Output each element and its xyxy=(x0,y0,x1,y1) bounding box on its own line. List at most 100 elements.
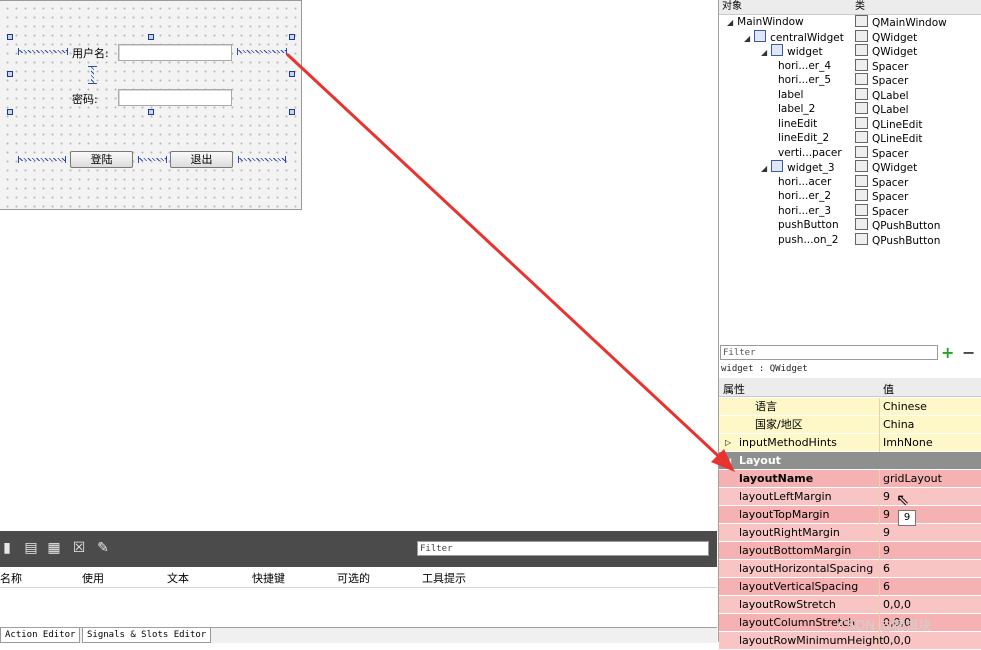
property-row[interactable]: layoutLeftMargin 9 xyxy=(719,488,981,506)
object-class: QLabel xyxy=(872,104,909,116)
object-tree-row[interactable]: pushButton QPushButton xyxy=(719,218,981,233)
object-tree-row[interactable]: ◢ widget QWidget xyxy=(719,44,981,59)
column-header-shortcut[interactable]: 快捷键 xyxy=(252,570,285,586)
horizontal-spacer[interactable] xyxy=(237,48,287,55)
object-class: QWidget xyxy=(872,162,918,174)
object-class: Spacer xyxy=(872,60,909,73)
object-class: QLabel xyxy=(872,89,909,102)
property-row[interactable]: 语言 Chinese xyxy=(719,398,981,416)
selection-handle[interactable] xyxy=(7,109,13,115)
property-filter-input[interactable]: Filter xyxy=(720,345,938,360)
action-filter-input[interactable]: Filter xyxy=(417,541,709,556)
horizontal-spacer[interactable] xyxy=(18,156,66,163)
property-value[interactable]: Chinese xyxy=(883,398,927,415)
selection-handle[interactable] xyxy=(289,71,295,77)
configure-icon[interactable]: ✎ xyxy=(96,541,110,556)
login-button[interactable]: 登陆 xyxy=(70,151,133,168)
property-row[interactable]: layoutRightMargin 9 xyxy=(719,524,981,542)
selection-handle[interactable] xyxy=(7,71,13,77)
object-tree-row[interactable]: push...on_2 QPushButton xyxy=(719,232,981,248)
property-row[interactable]: 国家/地区 China xyxy=(719,416,981,434)
object-tree-row[interactable]: verti...pacer Spacer xyxy=(719,145,981,161)
property-row[interactable]: layoutBottomMargin 9 xyxy=(719,542,981,560)
property-name: layoutHorizontalSpacing xyxy=(739,562,874,575)
class-type-icon xyxy=(855,58,868,71)
selection-handle[interactable] xyxy=(289,34,295,40)
username-label: 用户名: xyxy=(72,47,109,60)
password-input[interactable] xyxy=(118,89,232,106)
horizontal-spacer[interactable] xyxy=(138,156,167,163)
object-tree-row[interactable]: lineEdit_2 QLineEdit xyxy=(719,131,981,146)
object-tree-row[interactable]: lineEdit QLineEdit xyxy=(719,116,981,132)
property-value[interactable]: China xyxy=(883,416,914,433)
column-header-used[interactable]: 使用 xyxy=(82,570,104,586)
property-value[interactable]: ImhNone xyxy=(883,434,933,451)
delete-action-icon[interactable]: ☒ xyxy=(72,541,86,556)
property-row[interactable]: layoutRowMinimumHeight 0,0,0 xyxy=(719,632,981,650)
tab-signals-slots-editor[interactable]: Signals & Slots Editor xyxy=(82,628,212,643)
exit-button[interactable]: 退出 xyxy=(170,151,233,168)
object-tree-row[interactable]: hori...acer Spacer xyxy=(719,174,981,190)
object-tree-row[interactable]: hori...er_3 Spacer xyxy=(719,203,981,219)
object-tree-row[interactable]: ◢ widget_3 QWidget xyxy=(719,160,981,175)
property-row[interactable]: ▷ inputMethodHints ImhNone xyxy=(719,434,981,452)
selection-handle[interactable] xyxy=(289,109,295,115)
property-value[interactable]: 9 xyxy=(883,488,890,505)
expand-toggle-icon[interactable]: ▷ xyxy=(725,434,731,451)
value-column-header[interactable]: 值 xyxy=(883,381,894,397)
property-value[interactable]: 0,0,0 xyxy=(883,632,911,649)
property-row[interactable]: layoutTopMargin 9 xyxy=(719,506,981,524)
object-tree-row[interactable]: label_2 QLabel xyxy=(719,102,981,117)
horizontal-spacer[interactable] xyxy=(238,156,286,163)
object-tree-row[interactable]: hori...er_5 Spacer xyxy=(719,73,981,88)
column-header-checkable[interactable]: 可选的 xyxy=(337,570,370,586)
property-row[interactable]: layoutVerticalSpacing 6 xyxy=(719,578,981,596)
horizontal-spacer[interactable] xyxy=(18,48,68,55)
column-header-tooltip[interactable]: 工具提示 xyxy=(422,570,466,586)
object-class: Spacer xyxy=(872,75,909,87)
class-type-icon xyxy=(855,73,868,85)
object-tree-row[interactable]: label QLabel xyxy=(719,87,981,103)
form-canvas[interactable]: 用户名: 密码: 登陆 退出 xyxy=(0,0,302,210)
property-value[interactable]: gridLayout xyxy=(883,470,942,487)
property-value[interactable]: 9 xyxy=(883,506,890,523)
property-value[interactable]: 9 xyxy=(883,524,890,541)
selection-handle[interactable] xyxy=(148,34,154,40)
column-divider xyxy=(879,416,880,434)
tab-action-editor[interactable]: Action Editor xyxy=(0,628,81,643)
class-type-icon xyxy=(855,44,868,56)
object-tree-row[interactable]: hori...er_2 Spacer xyxy=(719,189,981,204)
class-column-header[interactable]: 类 xyxy=(855,0,865,13)
property-column-header[interactable]: 属性 xyxy=(723,381,745,397)
selection-handle[interactable] xyxy=(7,34,13,40)
add-property-icon[interactable]: + xyxy=(941,344,954,362)
remove-property-icon[interactable]: − xyxy=(962,344,975,362)
property-value[interactable]: 6 xyxy=(883,560,890,577)
expand-toggle-icon[interactable]: ◢ xyxy=(725,452,731,469)
object-tree-row[interactable]: ◢ MainWindow QMainWindow xyxy=(719,15,981,30)
property-value[interactable]: 6 xyxy=(883,578,890,595)
column-header-text[interactable]: 文本 xyxy=(167,570,189,586)
selection-handle[interactable] xyxy=(148,109,154,115)
property-group-row[interactable]: ◢ Layout xyxy=(719,452,981,470)
paste-action-icon[interactable]: ▦ xyxy=(47,541,61,556)
property-value[interactable]: 9 xyxy=(883,542,890,559)
expand-toggle-icon[interactable]: ◢ xyxy=(727,16,733,30)
new-action-icon[interactable]: ▮ xyxy=(0,541,14,556)
object-tree-row[interactable]: hori...er_4 Spacer xyxy=(719,58,981,74)
column-divider xyxy=(879,542,880,560)
property-row[interactable]: layoutHorizontalSpacing 6 xyxy=(719,560,981,578)
editor-tab-bar: Action Editor Signals & Slots Editor xyxy=(0,627,717,643)
copy-action-icon[interactable]: ▤ xyxy=(24,541,38,556)
column-header-name[interactable]: 名称 xyxy=(0,570,22,586)
username-input[interactable] xyxy=(118,44,232,61)
property-value[interactable]: 0,0,0 xyxy=(883,596,911,613)
object-column-header[interactable]: 对象 xyxy=(722,0,742,13)
vertical-spacer[interactable] xyxy=(88,66,97,84)
object-name: widget_3 xyxy=(787,162,835,174)
object-name: centralWidget xyxy=(770,31,844,44)
object-tree-row[interactable]: ◢ centralWidget QWidget xyxy=(719,29,981,45)
property-row[interactable]: layoutRowStretch 0,0,0 xyxy=(719,596,981,614)
class-type-icon xyxy=(855,87,868,100)
property-row[interactable]: layoutName gridLayout xyxy=(719,470,981,488)
